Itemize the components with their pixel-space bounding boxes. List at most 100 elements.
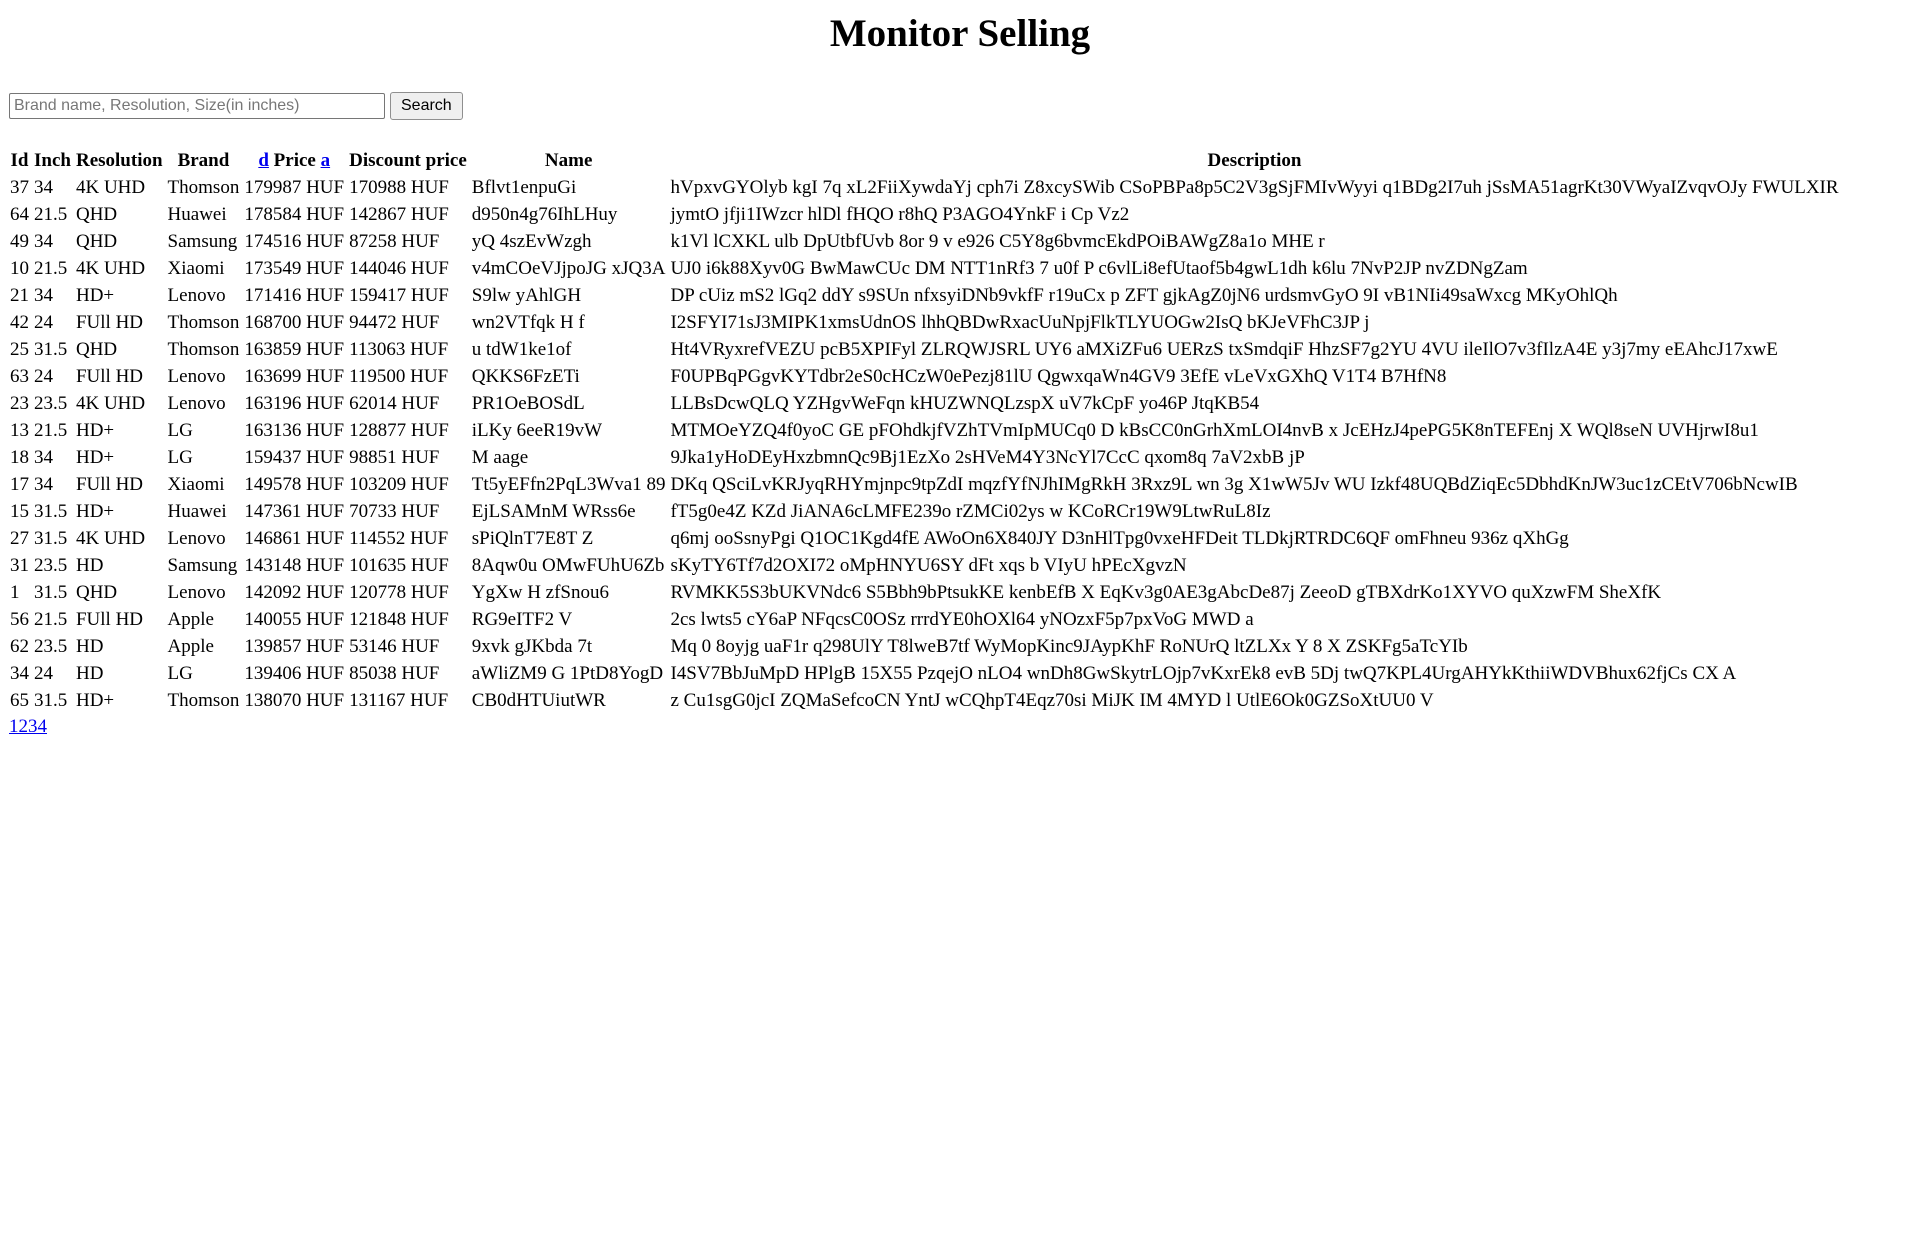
cell-id: 49 xyxy=(10,231,29,252)
cell-discount-price: 114552 HUF xyxy=(349,528,449,549)
cell-discount-price: 119500 HUF xyxy=(349,366,449,387)
cell-resolution: FUll HD xyxy=(75,366,144,387)
cell-description: MTMOeYZQ4f0yoC GE pFOhdkjfVZhTVmIpMUCq0 … xyxy=(670,420,1759,441)
table-row: 62 23.5 HD Apple 139857 HUF 53146 HUF 9xvk gJK… xyxy=(9,633,1840,660)
cell-brand: Thomson xyxy=(167,177,240,198)
cell-price: 168700 HUF xyxy=(244,312,345,333)
cell-id: 65 xyxy=(10,690,29,711)
sort-ascending-link[interactable]: a xyxy=(321,150,331,171)
cell-brand: Lenovo xyxy=(167,366,226,387)
cell-name: S9lw yAhlGH xyxy=(471,285,582,306)
table-row: 25 31.5 QHD Thomson 163859 HUF 113063 HUF u td… xyxy=(9,336,1840,363)
cell-inch: 34 xyxy=(34,231,53,252)
cell-resolution: QHD xyxy=(75,231,118,252)
cell-resolution: HD+ xyxy=(75,285,115,306)
cell-inch: 34 xyxy=(34,285,53,306)
cell-name: Tt5yEFfn2PqL3Wva1 89 xyxy=(471,474,666,495)
cell-id: 31 xyxy=(10,555,29,576)
page-link-2[interactable]: 2 xyxy=(19,716,29,737)
cell-resolution: HD+ xyxy=(75,501,115,522)
cell-price: 140055 HUF xyxy=(244,609,345,630)
cell-brand: Huawei xyxy=(167,204,227,225)
table-row: 63 24 FUll HD Lenovo 163699 HUF 119500 HUF QKK… xyxy=(9,363,1840,390)
table-row: 17 34 FUll HD Xiaomi 149578 HUF 103209 HUF Tt5… xyxy=(9,471,1840,498)
table-row: 42 24 FUll HD Thomson 168700 HUF 94472 HUF wn2… xyxy=(9,309,1840,336)
cell-discount-price: 121848 HUF xyxy=(349,609,449,630)
header-resolution: Resolution xyxy=(75,150,163,171)
cell-resolution: 4K UHD xyxy=(75,393,146,414)
cell-description: UJ0 i6k88Xyv0G BwMawCUc DM NTT1nRf3 7 u0… xyxy=(670,258,1528,279)
table-row: 49 34 QHD Samsung 174516 HUF 87258 HUF yQ 4szE… xyxy=(9,228,1840,255)
cell-id: 17 xyxy=(10,474,29,495)
cell-resolution: 4K UHD xyxy=(75,177,146,198)
cell-id: 21 xyxy=(10,285,29,306)
cell-name: aWliZM9 G 1PtD8YogD xyxy=(471,663,664,684)
cell-description: RVMKK5S3bUKVNdc6 S5Bbh9bPtsukKE kenbEfB … xyxy=(670,582,1662,603)
page-link-1[interactable]: 1 xyxy=(9,716,19,737)
cell-brand: Samsung xyxy=(167,231,238,252)
cell-brand: Lenovo xyxy=(167,582,226,603)
cell-name: 8Aqw0u OMwFUhU6Zb xyxy=(471,555,665,576)
cell-brand: Apple xyxy=(167,609,214,630)
search-form: Search xyxy=(9,92,1911,120)
cell-price: 159437 HUF xyxy=(244,447,345,468)
pagination: 1234 xyxy=(9,714,1911,740)
cell-name: v4mCOeVJjpoJG xJQ3A xyxy=(471,258,666,279)
table-body: 37 34 4K UHD Thomson 179987 HUF 170988 HUF Bfl… xyxy=(9,174,1840,714)
cell-resolution: QHD xyxy=(75,339,118,360)
cell-brand: Apple xyxy=(167,636,214,657)
cell-discount-price: 98851 HUF xyxy=(349,447,440,468)
cell-inch: 24 xyxy=(34,663,53,684)
cell-id: 1 xyxy=(10,582,20,603)
cell-brand: Xiaomi xyxy=(167,258,225,279)
cell-resolution: QHD xyxy=(75,582,118,603)
cell-inch: 31.5 xyxy=(34,528,68,549)
cell-inch: 34 xyxy=(34,177,53,198)
header-brand: Brand xyxy=(177,150,230,171)
search-input[interactable] xyxy=(9,93,385,119)
cell-discount-price: 113063 HUF xyxy=(349,339,449,360)
cell-id: 18 xyxy=(10,447,29,468)
cell-id: 56 xyxy=(10,609,29,630)
sort-descending-link[interactable]: d xyxy=(258,150,269,171)
table-row: 37 34 4K UHD Thomson 179987 HUF 170988 HUF Bfl… xyxy=(9,174,1840,201)
header-inch: Inch xyxy=(34,150,71,171)
cell-price: 138070 HUF xyxy=(244,690,345,711)
search-button[interactable]: Search xyxy=(390,92,463,120)
cell-resolution: HD xyxy=(75,555,104,576)
table-row: 1 31.5 QHD Lenovo 142092 HUF 120778 HUF YgXw H… xyxy=(9,579,1840,606)
cell-brand: Samsung xyxy=(167,555,238,576)
cell-inch: 23.5 xyxy=(34,393,68,414)
cell-inch: 21.5 xyxy=(34,420,68,441)
cell-name: sPiQlnT7E8T Z xyxy=(471,528,594,549)
cell-inch: 34 xyxy=(34,447,53,468)
cell-inch: 31.5 xyxy=(34,690,68,711)
table-row: 65 31.5 HD+ Thomson 138070 HUF 131167 HUF CB0d… xyxy=(9,687,1840,714)
page-link-4[interactable]: 4 xyxy=(38,716,48,737)
cell-discount-price: 53146 HUF xyxy=(349,636,440,657)
cell-description: sKyTY6Tf7d2OXI72 oMpHNYU6SY dFt xqs b VI… xyxy=(670,555,1187,576)
cell-inch: 24 xyxy=(34,366,53,387)
cell-brand: Thomson xyxy=(167,312,240,333)
cell-resolution: HD xyxy=(75,636,104,657)
cell-description: I4SV7BbJuMpD HPlgB 15X55 PzqejO nLO4 wnD… xyxy=(670,663,1737,684)
cell-description: 2cs lwts5 cY6aP NFqcsC0OSz rrrdYE0hOXl64… xyxy=(670,609,1254,630)
table-row: 23 23.5 4K UHD Lenovo 163196 HUF 62014 HUF PR1… xyxy=(9,390,1840,417)
cell-id: 64 xyxy=(10,204,29,225)
cell-price: 178584 HUF xyxy=(244,204,345,225)
table-row: 13 21.5 HD+ LG 163136 HUF 128877 HUF iLKy 6eeR… xyxy=(9,417,1840,444)
cell-name: 9xvk gJKbda 7t xyxy=(471,636,593,657)
cell-id: 62 xyxy=(10,636,29,657)
cell-resolution: HD+ xyxy=(75,420,115,441)
cell-discount-price: 103209 HUF xyxy=(349,474,449,495)
page-link-3[interactable]: 3 xyxy=(28,716,38,737)
cell-description: Ht4VRyxrefVEZU pcB5XPIFyl ZLRQWJSRL UY6 … xyxy=(670,339,1778,360)
table-row: 56 21.5 FUll HD Apple 140055 HUF 121848 HUF RG… xyxy=(9,606,1840,633)
cell-brand: Lenovo xyxy=(167,528,226,549)
cell-brand: LG xyxy=(167,663,193,684)
cell-description: LLBsDcwQLQ YZHgvWeFqn kHUZWNQLzspX uV7kC… xyxy=(670,393,1260,414)
table-header-row: Id Inch Resolution Brand d Price a Disco… xyxy=(9,147,1840,174)
cell-name: M aage xyxy=(471,447,529,468)
cell-id: 10 xyxy=(10,258,29,279)
cell-name: iLKy 6eeR19vW xyxy=(471,420,603,441)
